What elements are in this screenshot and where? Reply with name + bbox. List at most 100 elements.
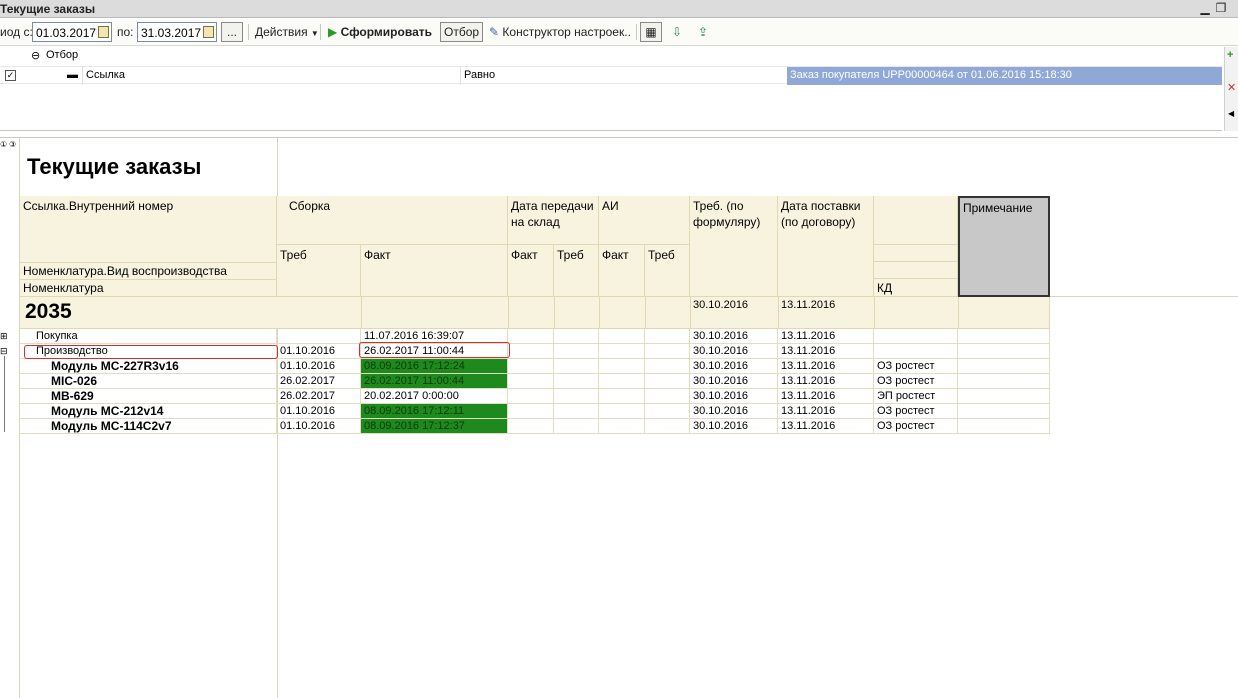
cell-empty[interactable] xyxy=(958,404,1050,419)
cell-fact[interactable]: 20.02.2017 0:00:00 xyxy=(361,389,508,404)
cell-fact[interactable]: 08.09.2016 17:12:37 xyxy=(361,419,508,434)
calendar-icon[interactable] xyxy=(203,26,214,38)
cell-empty[interactable] xyxy=(645,344,690,359)
cell-empty[interactable] xyxy=(554,404,599,419)
cell-empty[interactable] xyxy=(554,344,599,359)
cell-empty[interactable] xyxy=(645,389,690,404)
cell-req_form[interactable]: 30.10.2016 xyxy=(690,404,778,419)
filter-checkbox[interactable]: ✓ xyxy=(2,67,18,85)
cell-empty[interactable] xyxy=(508,329,554,344)
cell-kd[interactable] xyxy=(874,329,958,344)
cell-empty[interactable] xyxy=(645,404,690,419)
cell-name[interactable]: МВ-629 xyxy=(20,389,277,404)
cell-req[interactable]: 26.02.2017 xyxy=(277,374,361,389)
cell-empty[interactable] xyxy=(599,404,645,419)
period-select-button[interactable]: ... xyxy=(221,22,243,42)
cell-empty[interactable] xyxy=(508,344,554,359)
collapse-icon[interactable]: ⊖ xyxy=(28,47,43,65)
cell-delivery[interactable]: 13.11.2016 xyxy=(778,404,874,419)
cell-fact[interactable]: 26.02.2017 11:00:44 xyxy=(361,374,508,389)
level-1-icon[interactable]: ① xyxy=(0,140,7,149)
cell-empty[interactable] xyxy=(958,329,1050,344)
cell-req_form[interactable]: 30.10.2016 xyxy=(690,419,778,434)
cell-fact[interactable]: 08.09.2016 17:12:11 xyxy=(361,404,508,419)
expand-icon[interactable]: ⊞ xyxy=(0,331,8,342)
cell-delivery[interactable]: 13.11.2016 xyxy=(778,329,874,344)
cell-req[interactable]: 01.10.2016 xyxy=(277,404,361,419)
cell-empty[interactable] xyxy=(599,329,645,344)
cell-empty[interactable] xyxy=(645,419,690,434)
filter-condition[interactable]: Равно xyxy=(460,67,786,85)
cell-empty[interactable] xyxy=(958,389,1050,404)
cell-empty[interactable] xyxy=(599,344,645,359)
minimize-icon[interactable]: ▁ xyxy=(1198,1,1212,15)
restore-icon[interactable]: ❐ xyxy=(1214,1,1228,15)
cell-fact[interactable]: 08.09.2016 17:12:24 xyxy=(361,359,508,374)
table-view-icon[interactable]: ▦ xyxy=(640,22,662,42)
cell-empty[interactable] xyxy=(958,344,1050,359)
cell-empty[interactable] xyxy=(599,374,645,389)
cell-empty[interactable] xyxy=(554,359,599,374)
cell-kd[interactable] xyxy=(874,344,958,359)
filter-toggle-button[interactable]: Отбор xyxy=(440,22,484,42)
cell-req[interactable]: 26.02.2017 xyxy=(277,389,361,404)
cell-empty[interactable] xyxy=(645,359,690,374)
cell-req[interactable] xyxy=(277,329,361,344)
period-to-field[interactable]: 31.03.2017 xyxy=(137,22,217,42)
export-icon[interactable]: ⇩ xyxy=(666,22,688,42)
filter-row[interactable]: ✓ ▬ Ссылка Равно Заказ покупателя UPP000… xyxy=(0,66,1222,85)
cell-kd[interactable]: ОЗ ростест xyxy=(874,359,958,374)
cell-req_form[interactable]: 30.10.2016 xyxy=(690,389,778,404)
cell-kd[interactable]: ОЗ ростест xyxy=(874,404,958,419)
cell-empty[interactable] xyxy=(554,389,599,404)
cell-delivery[interactable]: 13.11.2016 xyxy=(778,419,874,434)
cell-kd[interactable]: ОЗ ростест xyxy=(874,374,958,389)
cell-kd[interactable]: ОЗ ростест xyxy=(874,419,958,434)
cell-empty[interactable] xyxy=(958,374,1050,389)
cell-empty[interactable] xyxy=(599,389,645,404)
generate-button[interactable]: ▶ Сформировать xyxy=(324,22,436,42)
cell-name[interactable]: Модуль МС-212v14 xyxy=(20,404,277,419)
cell-empty[interactable] xyxy=(508,404,554,419)
cell-req_form[interactable]: 30.10.2016 xyxy=(690,344,778,359)
calendar-icon[interactable] xyxy=(98,26,109,38)
cell-delivery[interactable]: 13.11.2016 xyxy=(778,389,874,404)
cell-empty[interactable] xyxy=(554,374,599,389)
cell-delivery[interactable]: 13.11.2016 xyxy=(778,344,874,359)
cell-req[interactable]: 01.10.2016 xyxy=(277,344,361,359)
filter-value[interactable]: Заказ покупателя UPP00000464 от 01.06.20… xyxy=(787,67,1222,85)
arrow-left-icon[interactable]: ◀ xyxy=(1228,109,1234,118)
cell-empty[interactable] xyxy=(958,359,1050,374)
cell-req_form[interactable]: 30.10.2016 xyxy=(690,359,778,374)
cell-req_form[interactable]: 30.10.2016 xyxy=(690,329,778,344)
cell-empty[interactable] xyxy=(645,374,690,389)
cell-kd[interactable]: ЭП ростест xyxy=(874,389,958,404)
cell-empty[interactable] xyxy=(508,389,554,404)
cell-name[interactable]: MIC-026 xyxy=(20,374,277,389)
filter-field[interactable]: Ссылка xyxy=(82,67,458,85)
cell-req[interactable]: 01.10.2016 xyxy=(277,419,361,434)
add-icon[interactable]: + xyxy=(1227,49,1233,61)
cell-name[interactable]: Модуль МС-114С2v7 xyxy=(20,419,277,434)
actions-menu-button[interactable]: Действия ▼ xyxy=(251,22,323,42)
cell-empty[interactable] xyxy=(554,419,599,434)
cell-empty[interactable] xyxy=(508,374,554,389)
cell-empty[interactable] xyxy=(554,329,599,344)
cell-delivery[interactable]: 13.11.2016 xyxy=(778,359,874,374)
level-3-icon[interactable]: ③ xyxy=(9,140,16,149)
cell-empty[interactable] xyxy=(599,359,645,374)
delete-icon[interactable]: ✕ xyxy=(1227,81,1236,94)
period-from-field[interactable]: 01.03.2017 xyxy=(32,22,112,42)
cell-req_form[interactable]: 30.10.2016 xyxy=(690,374,778,389)
cell-empty[interactable] xyxy=(599,419,645,434)
cell-empty[interactable] xyxy=(508,359,554,374)
cell-name[interactable]: Покупка xyxy=(20,329,277,344)
cell-req[interactable]: 01.10.2016 xyxy=(277,359,361,374)
import-icon[interactable]: ⇪ xyxy=(692,22,714,42)
cell-name[interactable]: Модуль МС-227R3v16 xyxy=(20,359,277,374)
cell-empty[interactable] xyxy=(508,419,554,434)
cell-empty[interactable] xyxy=(958,419,1050,434)
settings-constructor-button[interactable]: ✎ Конструктор настроек... xyxy=(485,22,633,42)
header-note[interactable]: Примечание xyxy=(958,196,1050,297)
cell-delivery[interactable]: 13.11.2016 xyxy=(778,374,874,389)
